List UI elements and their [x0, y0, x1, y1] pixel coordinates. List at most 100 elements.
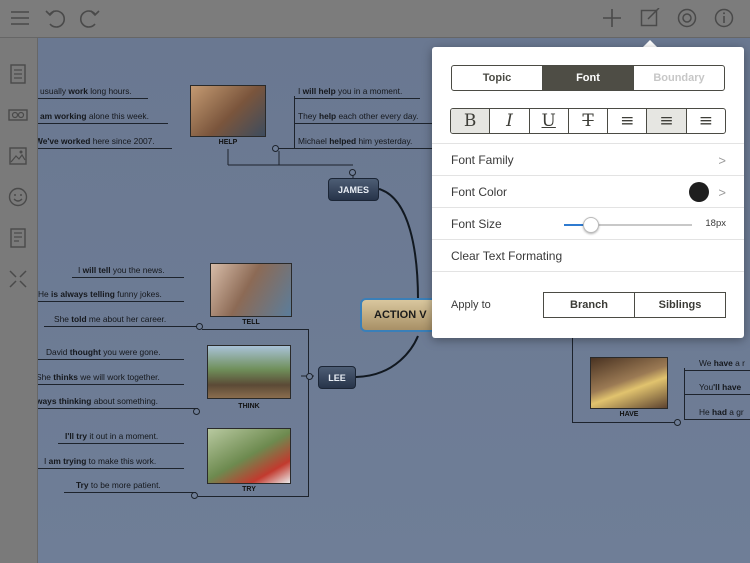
theme-icon[interactable]: [675, 6, 699, 30]
info-icon[interactable]: [712, 6, 736, 30]
node-james[interactable]: JAMES: [328, 178, 379, 201]
font-color-row[interactable]: Font Color >: [432, 175, 744, 208]
image-icon[interactable]: [6, 144, 30, 168]
collapse-icon[interactable]: [6, 267, 30, 291]
strikethrough-button[interactable]: T: [569, 109, 609, 133]
think-caption: THINK: [238, 403, 260, 410]
think-line-1: [38, 359, 184, 360]
align-right-icon: ≡: [698, 111, 713, 131]
help-left-sentence-2: am working alone this week.: [40, 111, 149, 121]
chevron-right-icon: >: [718, 185, 726, 200]
tab-boundary: Boundary: [653, 72, 705, 84]
font-size-row: Font Size 18px: [432, 207, 744, 240]
tell-photo: [210, 263, 292, 317]
help-left-line-3: [38, 148, 172, 149]
font-size-label: Font Size: [451, 217, 502, 231]
think-sentence-3: ways thinking about something.: [38, 396, 158, 406]
help-left-line-1: [38, 98, 148, 99]
font-family-label: Font Family: [451, 153, 514, 167]
clear-formatting-label: Clear Text Formating: [451, 249, 563, 263]
try-line-2: [38, 468, 184, 469]
font-family-row[interactable]: Font Family >: [432, 143, 744, 176]
font-size-slider[interactable]: [564, 217, 692, 233]
help-right-bracket: [294, 96, 295, 149]
try-photo: [207, 428, 291, 484]
bold-button[interactable]: B: [451, 109, 491, 133]
italic-button[interactable]: I: [490, 109, 530, 133]
think-line-2: [38, 384, 184, 385]
help-right-sentence-2: They help each other every day.: [298, 111, 419, 121]
help-right-line-2: [294, 123, 434, 124]
try-connector: [198, 496, 308, 497]
have-collapse-knob[interactable]: [674, 419, 681, 426]
underline-button[interactable]: U: [530, 109, 569, 133]
apply-to-label: Apply to: [451, 299, 491, 311]
font-size-slider-thumb[interactable]: [582, 217, 599, 233]
have-photo: [590, 357, 668, 409]
text-format-buttons: B I U T ≡ ≡ ≡: [450, 108, 726, 134]
think-collapse-knob[interactable]: [193, 408, 200, 415]
help-photo: [190, 85, 266, 137]
try-sentence-2: I am trying to make this work.: [44, 456, 157, 466]
left-sidebar: [0, 38, 38, 563]
have-line-1: [684, 370, 750, 371]
help-right-line-3: [278, 148, 434, 149]
format-icon[interactable]: [638, 6, 662, 30]
help-left-sentence-3: We've worked here since 2007.: [38, 136, 155, 146]
tab-font[interactable]: Font: [543, 66, 634, 90]
align-center-button[interactable]: ≡: [647, 109, 687, 133]
apply-siblings-button[interactable]: Siblings: [634, 292, 726, 318]
font-size-value: 18px: [705, 218, 726, 229]
clear-formatting-row[interactable]: Clear Text Formating: [432, 239, 744, 272]
strikethrough-glyph: T: [582, 111, 594, 131]
chevron-right-icon: >: [718, 153, 726, 168]
think-sentence-1: David thought you were gone.: [46, 347, 161, 357]
tab-topic[interactable]: Topic: [452, 66, 543, 90]
tell-connector: [202, 329, 308, 330]
help-collapse-knob[interactable]: [272, 145, 279, 152]
redo-icon[interactable]: [78, 6, 102, 30]
font-color-swatch[interactable]: [689, 182, 709, 202]
help-right-sentence-3: Michael helped him yesterday.: [298, 136, 413, 146]
tell-sentence-3: She told me about her career.: [54, 314, 167, 324]
try-sentence-3: Try to be more patient.: [76, 480, 161, 490]
have-line-3: [684, 419, 750, 420]
tell-line-1: [72, 277, 184, 278]
notes-icon[interactable]: [6, 226, 30, 250]
format-tabs: Topic Font Boundary: [451, 65, 725, 91]
menu-icon[interactable]: [8, 6, 32, 30]
try-sentence-1: I'll try it out in a moment.: [65, 431, 159, 441]
help-left-sentence-1: usually work long hours.: [40, 86, 132, 96]
font-color-label: Font Color: [451, 185, 508, 199]
align-left-icon: ≡: [620, 111, 635, 131]
align-right-button[interactable]: ≡: [687, 109, 725, 133]
have-caption: HAVE: [619, 411, 639, 418]
tell-sentence-2: He is always telling funny jokes.: [38, 289, 162, 299]
node-lee[interactable]: LEE: [318, 366, 356, 389]
have-right-bracket: [684, 368, 685, 420]
apply-branch-button[interactable]: Branch: [543, 292, 635, 318]
think-sentence-2: She thinks we will work together.: [38, 372, 160, 382]
think-line-3: [38, 408, 198, 409]
tell-line-2: [38, 301, 184, 302]
have-bottom-line: [572, 422, 676, 423]
add-icon[interactable]: [600, 6, 624, 30]
have-sentence-3: He had a gr: [699, 407, 744, 417]
try-line-3: [64, 492, 196, 493]
tell-line-3: [44, 326, 202, 327]
help-caption: HELP: [218, 139, 238, 146]
undo-icon[interactable]: [43, 6, 67, 30]
help-left-line-2: [38, 123, 168, 124]
bold-glyph: B: [463, 111, 477, 131]
try-collapse-knob[interactable]: [191, 492, 198, 499]
tell-caption: TELL: [242, 319, 260, 326]
lee-collapse-knob[interactable]: [306, 373, 313, 380]
sticker-icon[interactable]: [6, 185, 30, 209]
outline-icon[interactable]: [6, 62, 30, 86]
have-sentence-1: We have a r: [699, 358, 745, 368]
james-collapse-knob[interactable]: [349, 169, 356, 176]
try-caption: TRY: [242, 486, 256, 493]
relationship-icon[interactable]: [6, 103, 30, 127]
format-popover: Topic Font Boundary B I U T ≡ ≡ ≡ Font F…: [432, 47, 744, 338]
align-left-button[interactable]: ≡: [608, 109, 648, 133]
